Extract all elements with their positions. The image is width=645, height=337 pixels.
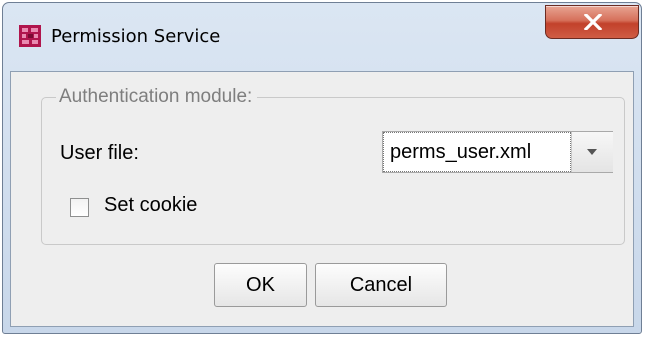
chevron-down-icon xyxy=(587,149,597,155)
app-icon xyxy=(19,25,41,47)
cancel-button[interactable]: Cancel xyxy=(315,263,447,307)
authentication-group: Authentication module: User file: perms_… xyxy=(41,86,625,245)
group-title: Authentication module: xyxy=(56,86,258,108)
close-icon xyxy=(584,14,602,30)
ok-button[interactable]: OK xyxy=(214,263,307,307)
dialog-content: Authentication module: User file: perms_… xyxy=(10,71,634,327)
dialog-window: Permission Service Authentication module… xyxy=(2,2,642,334)
user-file-dropdown[interactable]: perms_user.xml xyxy=(382,131,613,173)
user-file-label: User file: xyxy=(60,142,139,164)
dropdown-arrow-button[interactable] xyxy=(571,132,613,172)
close-button[interactable] xyxy=(545,5,639,39)
set-cookie-checkbox[interactable] xyxy=(70,198,89,217)
user-file-value[interactable]: perms_user.xml xyxy=(383,132,571,172)
set-cookie-label[interactable]: Set cookie xyxy=(104,194,197,217)
window-title: Permission Service xyxy=(51,26,221,47)
title-bar[interactable]: Permission Service xyxy=(3,3,641,71)
